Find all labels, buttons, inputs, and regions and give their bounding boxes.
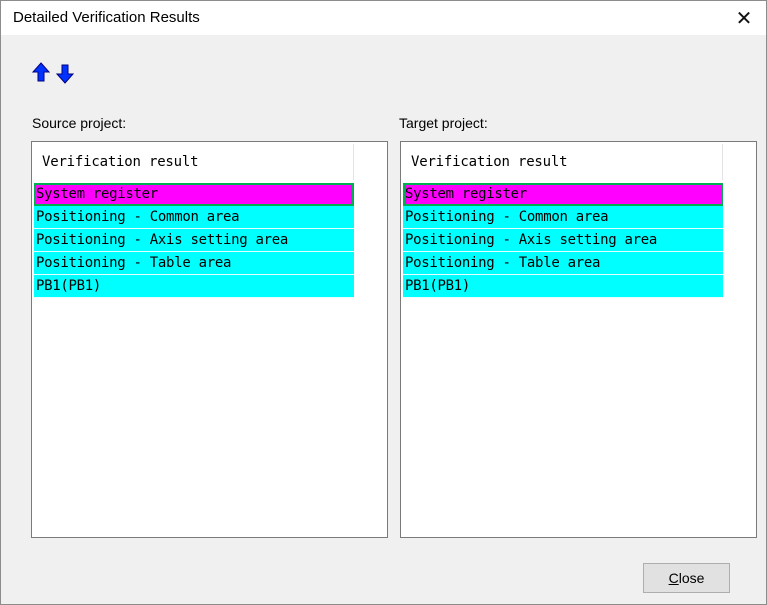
- close-icon[interactable]: ✕: [722, 1, 766, 35]
- source-list-item[interactable]: PB1(PB1): [34, 275, 354, 298]
- target-list-header[interactable]: Verification result: [403, 144, 723, 180]
- target-list-item[interactable]: Positioning - Axis setting area: [403, 229, 723, 252]
- target-list-item[interactable]: Positioning - Common area: [403, 206, 723, 229]
- source-list-item[interactable]: System register: [34, 183, 354, 206]
- source-list-item[interactable]: Positioning - Axis setting area: [34, 229, 354, 252]
- source-rows: System register Positioning - Common area…: [34, 183, 354, 298]
- dialog-title: Detailed Verification Results: [13, 9, 200, 26]
- target-list-item[interactable]: PB1(PB1): [403, 275, 723, 298]
- target-list-item[interactable]: System register: [403, 183, 723, 206]
- close-button[interactable]: Close: [643, 563, 730, 593]
- close-label: lose: [678, 570, 705, 586]
- arrow-down-icon[interactable]: [55, 61, 75, 85]
- close-accel: C: [668, 570, 679, 586]
- target-list-item[interactable]: Positioning - Table area: [403, 252, 723, 275]
- target-project-label: Target project:: [399, 115, 488, 131]
- arrow-up-icon[interactable]: [31, 61, 51, 85]
- verification-dialog: Detailed Verification Results ✕ Source p…: [0, 0, 767, 605]
- source-result-list[interactable]: Verification result System register Posit…: [31, 141, 388, 538]
- source-project-label: Source project:: [32, 115, 127, 131]
- target-result-list[interactable]: Verification result System register Posit…: [400, 141, 757, 538]
- source-list-header[interactable]: Verification result: [34, 144, 354, 180]
- title-bar: Detailed Verification Results ✕: [1, 1, 766, 35]
- source-list-item[interactable]: Positioning - Common area: [34, 206, 354, 229]
- source-list-item[interactable]: Positioning - Table area: [34, 252, 354, 275]
- target-rows: System register Positioning - Common area…: [403, 183, 723, 298]
